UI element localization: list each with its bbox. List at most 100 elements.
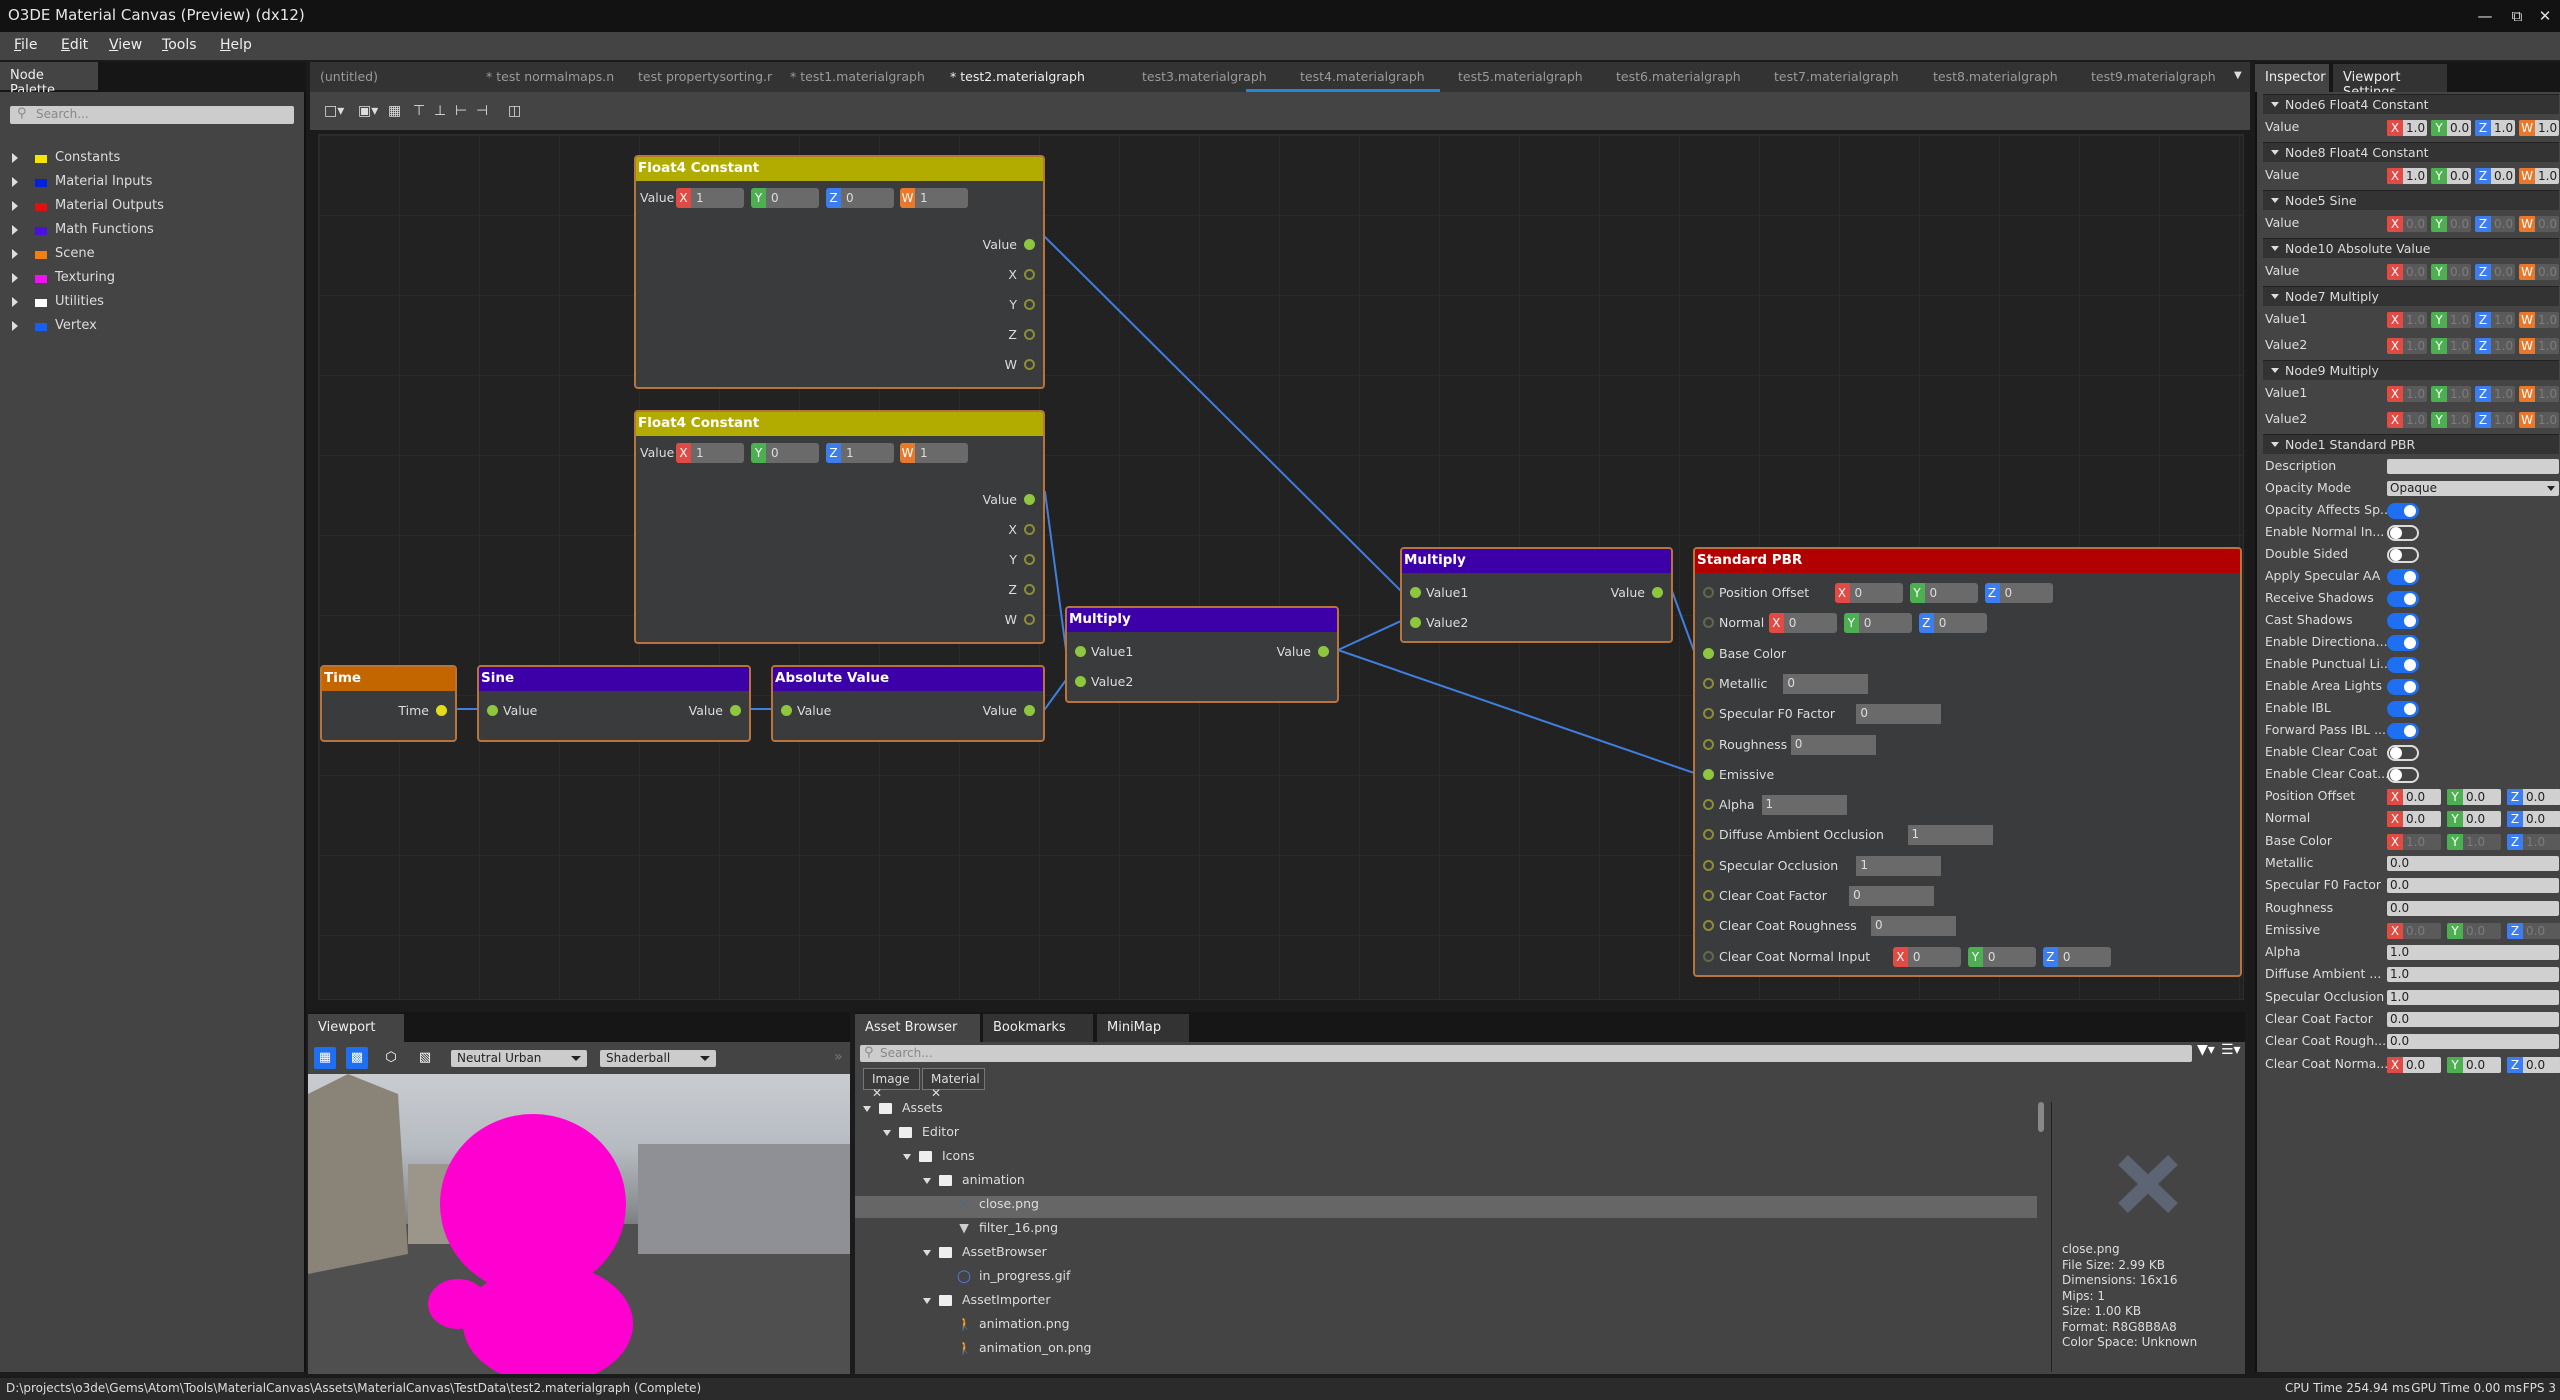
input-pin-value1[interactable] [1410, 587, 1421, 598]
palette-search-input[interactable]: ⚲ Search... [10, 106, 294, 124]
inspector-w-field[interactable]: W 1.0 [2519, 312, 2559, 328]
input-pin[interactable] [1703, 950, 1714, 962]
inspector-z-field[interactable]: Z 1.0 [2475, 338, 2515, 354]
menu-tools[interactable]: Tools [162, 37, 197, 53]
inspector-x-field[interactable]: X 1.0 [2387, 168, 2427, 184]
asset-tree-row[interactable]: ▼ filter_16.png [855, 1220, 2037, 1242]
scalar-field[interactable]: 1 [1856, 855, 1942, 876]
w-field[interactable]: W1 [900, 188, 968, 208]
node-standard-pbr[interactable]: Standard PBR Position Offset X 0 Y 0 Z 0 Normal… [1693, 547, 2242, 977]
inspector-x-field[interactable]: X 1.0 [2387, 312, 2427, 328]
align-right-icon[interactable]: ⊣ [476, 103, 488, 119]
expand-arrow-icon[interactable] [923, 1249, 931, 1256]
node-sine[interactable]: Sine Value Value [477, 665, 751, 742]
align-bottom-icon[interactable]: ⊥ [434, 103, 446, 119]
tab-inspector[interactable]: Inspector [2255, 64, 2329, 92]
inspector-y-field[interactable]: Y 0.0 [2447, 922, 2501, 939]
graph-tab-8[interactable]: test6.materialgraph [1616, 69, 1741, 84]
asset-tree-row[interactable]: Assets [855, 1100, 2037, 1122]
inspector-section-header[interactable]: Node7 Multiply [2263, 286, 2559, 306]
input-pin-value2[interactable] [1410, 617, 1421, 628]
graph-tab-4[interactable]: * test2.materialgraph [950, 69, 1085, 84]
input-pin[interactable] [1703, 708, 1714, 720]
y-field[interactable]: Y0 [1843, 613, 1912, 634]
x-field[interactable]: X1 [676, 443, 744, 463]
inspector-section-header[interactable]: Node5 Sine [2263, 190, 2559, 210]
menu-file[interactable]: File [14, 37, 37, 53]
node-multiply-2[interactable]: Multiply Value1 Value2 Value [1400, 547, 1673, 643]
output-pin-z[interactable] [1024, 584, 1035, 595]
expand-arrow-icon[interactable] [12, 225, 18, 235]
graph-tab-0[interactable]: (untitled) [320, 69, 378, 84]
graph-tab-11[interactable]: test9.materialgraph [2091, 69, 2216, 84]
inspector-x-field[interactable]: X 1.0 [2387, 386, 2427, 402]
expand-arrow-icon[interactable] [12, 153, 18, 163]
asset-tree-row[interactable]: ✖ close.png [855, 1196, 2037, 1218]
toggle-switch[interactable] [2387, 569, 2419, 585]
inspector-y-field[interactable]: Y 0.0 [2447, 1056, 2501, 1073]
z-field[interactable]: Z0 [826, 188, 894, 208]
scalar-input[interactable]: 1.0 [2387, 945, 2559, 961]
toggle-switch[interactable] [2387, 635, 2419, 651]
palette-category-material-outputs[interactable]: Material Outputs [12, 198, 292, 218]
input-pin-value[interactable] [487, 705, 498, 716]
inspector-section-header[interactable]: Node9 Multiply [2263, 360, 2559, 380]
comment-icon[interactable]: □▾ [324, 103, 344, 119]
tab-overflow-icon[interactable]: ▼ [2234, 70, 2242, 81]
expand-arrow-icon[interactable] [12, 177, 18, 187]
expand-arrow-icon[interactable] [863, 1105, 871, 1112]
asset-tree-row[interactable]: animation [855, 1172, 2037, 1194]
filter-icon[interactable]: ▼▾ [2197, 1042, 2215, 1058]
inspector-x-field[interactable]: X 1.0 [2387, 120, 2427, 136]
collapse-arrow-icon[interactable] [2271, 442, 2279, 447]
inspector-w-field[interactable]: W 1.0 [2519, 386, 2559, 402]
inspector-x-field[interactable]: X 1.0 [2387, 338, 2427, 354]
inspector-z-field[interactable]: Z 1.0 [2475, 312, 2515, 328]
tab-node-palette[interactable]: Node Palette [0, 62, 98, 98]
palette-category-scene[interactable]: Scene [12, 246, 292, 266]
collapse-arrow-icon[interactable] [2271, 368, 2279, 373]
scalar-field[interactable]: 0 [1856, 704, 1942, 725]
inspector-y-field[interactable]: Y 0.0 [2431, 216, 2471, 232]
input-pin[interactable] [1703, 829, 1714, 841]
output-pin-value[interactable] [730, 705, 741, 716]
tab-bookmarks[interactable]: Bookmarks [983, 1014, 1093, 1042]
expand-arrow-icon[interactable] [883, 1129, 891, 1136]
menu-edit[interactable]: Edit [61, 37, 88, 53]
output-pin-w[interactable] [1024, 614, 1035, 625]
expand-arrow-icon[interactable] [923, 1177, 931, 1184]
collapse-arrow-icon[interactable] [2271, 150, 2279, 155]
expand-arrow-icon[interactable] [923, 1297, 931, 1304]
x-field[interactable]: X0 [1768, 613, 1837, 634]
close-icon[interactable]: ✕ [2530, 4, 2560, 28]
palette-category-texturing[interactable]: Texturing [12, 270, 292, 290]
output-pin-value[interactable] [1318, 646, 1329, 657]
inspector-x-field[interactable]: X 0.0 [2387, 789, 2441, 805]
output-pin-value[interactable] [1024, 705, 1035, 716]
inspector-section-header[interactable]: Node10 Absolute Value [2263, 238, 2559, 258]
tab-asset-browser[interactable]: Asset Browser [855, 1014, 980, 1042]
scalar-field[interactable]: 1 [1761, 795, 1847, 816]
toggle-switch[interactable] [2387, 547, 2419, 563]
inspector-z-field[interactable]: Z 0.0 [2475, 264, 2515, 280]
toggle-switch[interactable] [2387, 723, 2419, 739]
inspector-x-field[interactable]: X 1.0 [2387, 833, 2441, 850]
inspector-y-field[interactable]: Y 1.0 [2431, 412, 2471, 428]
remove-tag-icon[interactable]: ✕ [931, 1086, 941, 1100]
scalar-input[interactable]: 0.0 [2387, 1012, 2559, 1027]
graph-tab-6[interactable]: test4.materialgraph [1300, 69, 1425, 84]
viewport-render[interactable] [308, 1074, 850, 1374]
lighting-preset-select[interactable]: Neutral Urban [451, 1050, 587, 1067]
output-pin-x[interactable] [1024, 269, 1035, 280]
graph-tab-10[interactable]: test8.materialgraph [1933, 69, 2058, 84]
expand-arrow-icon[interactable] [903, 1153, 911, 1160]
input-pin[interactable] [1703, 738, 1714, 750]
inspector-z-field[interactable]: Z 1.0 [2475, 412, 2515, 428]
inspector-z-field[interactable]: Z 0.0 [2475, 168, 2515, 184]
align-top-icon[interactable]: ⊤ [413, 103, 425, 119]
w-field[interactable]: W1 [900, 443, 968, 463]
graph-tab-1[interactable]: * test normalmaps.n [486, 69, 614, 84]
input-pin-value1[interactable] [1075, 646, 1086, 657]
inspector-z-field[interactable]: Z 0.0 [2507, 789, 2560, 805]
toggle-switch[interactable] [2387, 767, 2419, 783]
